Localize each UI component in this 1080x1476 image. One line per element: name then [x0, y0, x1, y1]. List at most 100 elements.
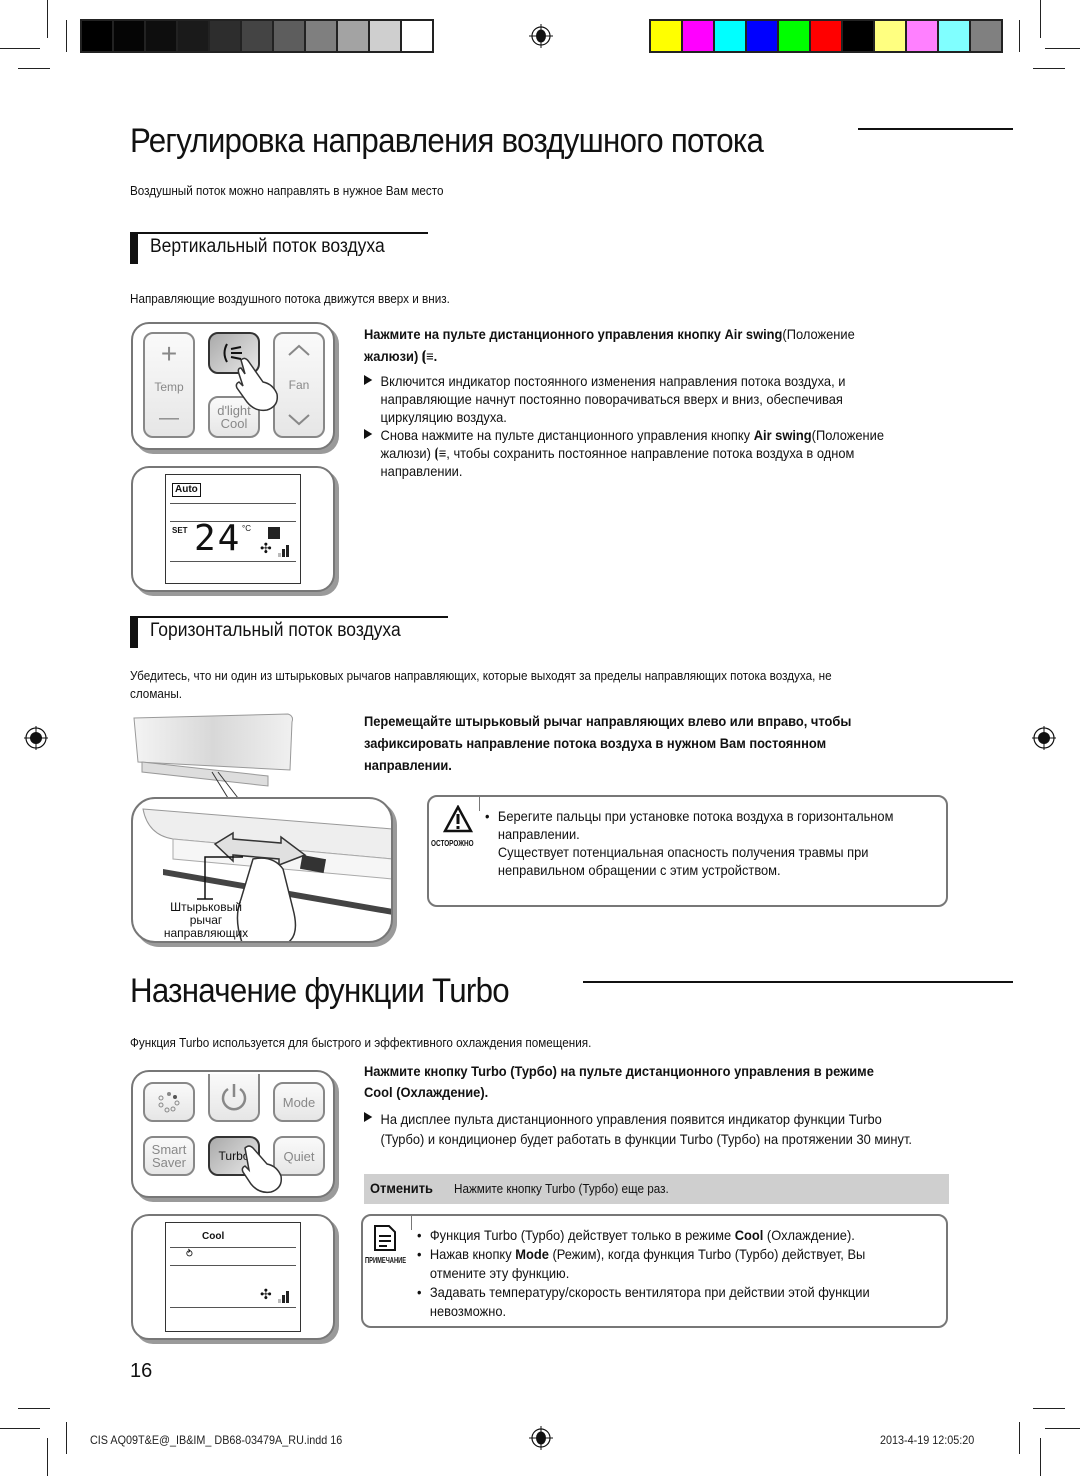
dots-circle-icon: [158, 1092, 180, 1113]
minus-icon: —: [159, 407, 179, 429]
crop-mark: [1033, 68, 1065, 69]
turbo-intro: Функция Turbo используется для быстрого …: [130, 1035, 592, 1050]
mode-indicator: Cool: [202, 1231, 225, 1242]
air-swing-indicator-icon: [268, 527, 280, 539]
footer-timestamp: 2013-4-19 12:05:20: [880, 1433, 975, 1447]
caution-box: ОСТОРОЖНО • Берегите пальцы при установк…: [427, 795, 948, 907]
power-button[interactable]: [208, 1074, 260, 1122]
color-swatch: [683, 21, 713, 51]
bullet-item: На дисплее пульта дистанционного управле…: [364, 1109, 934, 1149]
louver-lever-closeup-panel: Штырьковый рычаг направляющих: [131, 797, 393, 943]
airswing-instruction: Нажмите на пульте дистанционного управле…: [364, 326, 855, 364]
caution-text: • Берегите пальцы при установке потока в…: [485, 808, 894, 878]
gray-swatch: [370, 21, 400, 51]
gray-swatch: [274, 21, 304, 51]
remote-display-panel-airswing: Auto SET 24 °C ✣: [131, 466, 335, 592]
remote-control-panel-turbo: Mode Smart Saver Turbo Quiet: [131, 1070, 335, 1198]
note-label: ПРИМЕЧАНИЕ: [365, 1256, 407, 1265]
fan-icon: ✣: [260, 540, 272, 556]
turbo-bullets: На дисплее пульта дистанционного управле…: [364, 1109, 934, 1149]
note-item: • Задавать температуру/скорость вентилято…: [417, 1284, 870, 1319]
temp-button[interactable]: + Temp —: [143, 332, 195, 438]
plus-icon: +: [160, 338, 178, 369]
fan-speed-bars: [278, 1291, 289, 1303]
temp-label: Temp: [154, 379, 184, 394]
lever-label: Штырьковый рычаг направляющих: [163, 900, 249, 940]
crop-mark: [66, 20, 67, 52]
chevron-up-icon: [288, 344, 310, 356]
horizontal-intro: Убедитесь, что ни один из штырьковых рыч…: [130, 668, 832, 701]
turbo-instruction: Нажмите кнопку Turbo (Турбо) на пульте д…: [364, 1063, 874, 1100]
note-document-icon: [374, 1225, 396, 1251]
gray-swatch: [146, 21, 176, 51]
set-label: SET: [172, 526, 188, 535]
color-swatch: [811, 21, 841, 51]
color-swatch: [843, 21, 873, 51]
crop-mark: [0, 1428, 40, 1429]
remote-display-panel-turbo: Cool ⥁ ✣: [131, 1214, 335, 1340]
color-swatch: [875, 21, 905, 51]
gray-swatch: [114, 21, 144, 51]
vertical-heading-text: Вертикальный поток воздуха: [150, 236, 385, 257]
smart-saver-button[interactable]: Smart Saver: [143, 1136, 195, 1176]
registration-mark-icon: [529, 24, 553, 48]
temperature-unit: °C: [242, 524, 251, 533]
title-rule: [583, 981, 1013, 983]
note-box: ПРИМЕЧАНИЕ • Функция Turbo (Турбо) действ…: [361, 1214, 948, 1328]
bullet-triangle-icon: [364, 429, 373, 439]
color-swatch: [907, 21, 937, 51]
cancel-bar: Отменить Нажмите кнопку Turbo (Турбо) ещ…: [364, 1174, 949, 1204]
crop-mark: [1045, 1428, 1080, 1429]
crop-mark: [1045, 48, 1080, 49]
section-title-turbo: Назначение функции Turbo: [130, 972, 510, 1010]
vertical-intro: Направляющие воздушного потока движутся …: [130, 291, 450, 306]
bullet-triangle-icon: [364, 1112, 373, 1122]
fan-icon: ✣: [260, 1286, 272, 1302]
gray-swatch: [178, 21, 208, 51]
registration-mark-icon: [529, 1426, 553, 1450]
registration-mark-icon: [1032, 726, 1056, 750]
registration-mark-icon: [24, 726, 48, 750]
color-calibration-bar: [649, 19, 1003, 53]
section-title-airflow: Регулировка направления воздушного поток…: [130, 122, 764, 160]
turbo-indicator-icon: ⥁: [186, 1249, 193, 1260]
gray-swatch: [306, 21, 336, 51]
crop-mark: [0, 48, 40, 49]
crop-mark: [47, 0, 48, 38]
air-swing-icon: ⦗≡: [434, 445, 447, 461]
chevron-down-icon: [288, 414, 310, 426]
gray-swatch: [242, 21, 272, 51]
footer-file-info: CIS AQ09T&E@_IB&IM_ DB68-03479A_RU.indd …: [90, 1433, 343, 1447]
warning-triangle-icon: [443, 805, 473, 833]
gray-swatch: [82, 21, 112, 51]
power-icon: [221, 1084, 247, 1111]
gray-swatch: [402, 21, 432, 51]
crop-mark: [1033, 1408, 1065, 1409]
pointing-hand-icon: [235, 357, 279, 412]
air-swing-icon: ⦗≡: [421, 348, 434, 364]
cancel-text: Нажмите кнопку Turbo (Турбо) еще раз.: [454, 1181, 669, 1196]
color-swatch: [971, 21, 1001, 51]
crop-mark: [1040, 1438, 1041, 1476]
cool-label: Cool: [220, 416, 248, 431]
air-conditioner-illustration: [133, 713, 293, 799]
lcd-screen: Cool ⥁ ✣: [165, 1222, 301, 1332]
note-item: • Функция Turbo (Турбо) действует только …: [417, 1227, 855, 1243]
airflow-intro: Воздушный поток можно направлять в нужно…: [130, 183, 444, 198]
horizontal-instruction: Перемещайте штырьковый рычаг направляющи…: [364, 713, 852, 773]
bullet-item: Включится индикатор постоянного изменени…: [364, 372, 934, 426]
bullet-item: Снова нажмите на пульте дистанционного у…: [364, 426, 934, 480]
temperature-readout: 24: [194, 518, 242, 559]
color-swatch: [747, 21, 777, 51]
fan-label: Fan: [288, 377, 310, 392]
pointing-hand-icon: [241, 1145, 283, 1194]
remote-control-panel-airswing: + Temp — d'light Cool Fan: [131, 322, 335, 450]
vertical-airflow-heading: Вертикальный поток воздуха: [130, 232, 430, 266]
color-swatch: [779, 21, 809, 51]
color-swatch: [939, 21, 969, 51]
mode-button[interactable]: Mode: [273, 1082, 325, 1122]
gray-swatch: [338, 21, 368, 51]
options-button[interactable]: [143, 1082, 195, 1122]
lcd-screen: Auto SET 24 °C ✣: [165, 474, 301, 584]
gray-swatch: [210, 21, 240, 51]
